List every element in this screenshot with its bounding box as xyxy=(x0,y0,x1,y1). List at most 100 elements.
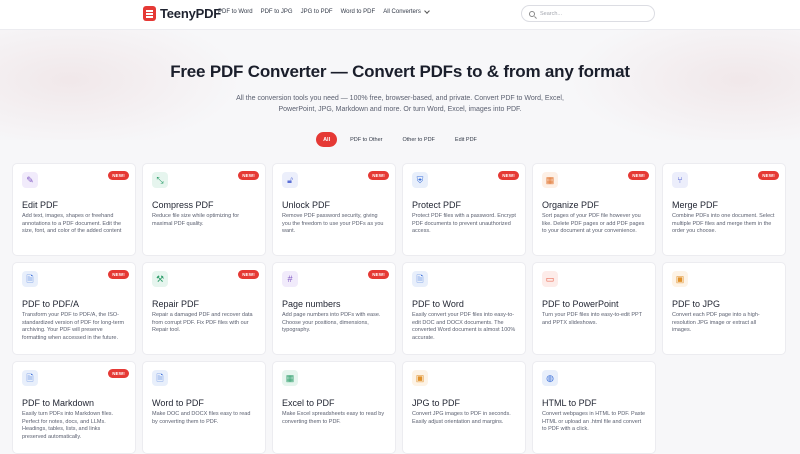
new-badge: NEW! xyxy=(108,171,129,180)
filter-tab-pdf-to-other[interactable]: PDF to Other xyxy=(343,132,389,147)
filter-tab-all[interactable]: All xyxy=(316,132,338,147)
search-input[interactable] xyxy=(540,10,650,17)
tool-card-title: PDF to Word xyxy=(412,299,464,309)
compress-icon: ⤡ xyxy=(152,172,168,188)
new-badge: NEW! xyxy=(238,171,259,180)
tool-card-pdf-to-powerpoint[interactable]: ▭ PDF to PowerPoint Turn your PDF files in… xyxy=(532,262,656,355)
new-badge: NEW! xyxy=(368,270,389,279)
tool-card-html-to-pdf[interactable]: ◍ HTML to PDF Convert webpages in HTML to … xyxy=(532,361,656,454)
tool-card-title: Organize PDF xyxy=(542,200,600,210)
new-badge: NEW! xyxy=(758,171,779,180)
tool-card-description: Remove PDF password security, giving you… xyxy=(282,213,384,234)
images-icon: ▣ xyxy=(412,370,428,386)
pencil-icon: ✎ xyxy=(22,172,38,188)
tool-card-description: Add page numbers into PDFs with ease. Ch… xyxy=(282,312,381,333)
tool-card-title: HTML to PDF xyxy=(542,398,597,408)
tool-card-title: Protect PDF xyxy=(412,200,462,210)
tool-card-description: Make DOC and DOCX files easy to read by … xyxy=(152,411,251,425)
new-badge: NEW! xyxy=(628,171,649,180)
tool-card-compress-pdf[interactable]: ⤡ NEW! Compress PDF Reduce file size while … xyxy=(142,163,266,256)
tool-card-description: Turn your PDF files into easy-to-edit PP… xyxy=(542,312,642,326)
hero-background xyxy=(0,30,800,140)
tool-card-title: Merge PDF xyxy=(672,200,719,210)
tool-card-title: Excel to PDF xyxy=(282,398,335,408)
tool-card-word-to-pdf[interactable]: 🗎︎ Word to PDF Make DOC and DOCX files eas… xyxy=(142,361,266,454)
tool-card-description: Easily convert your PDF files into easy-… xyxy=(412,312,516,341)
file-icon: 🗎︎ xyxy=(22,271,38,287)
tool-card-title: PDF to PowerPoint xyxy=(542,299,619,309)
tool-card-pdf-to-pdfa[interactable]: 🗎︎ NEW! PDF to PDF/A Transform your PDF to … xyxy=(12,262,136,355)
tool-card-description: Add text, images, shapes or freehand ann… xyxy=(22,213,122,234)
tool-card-description: Sort pages of your PDF file however you … xyxy=(542,213,645,234)
markdown-file-icon: 🗎︎ xyxy=(22,370,38,386)
tool-card-title: Word to PDF xyxy=(152,398,204,408)
hash-icon: # xyxy=(282,271,298,287)
tool-card-title: Edit PDF xyxy=(22,200,59,210)
tool-card-jpg-to-pdf[interactable]: ▣ JPG to PDF Convert JPG images to PDF in … xyxy=(402,361,526,454)
brand-name: TeenyPDF xyxy=(160,6,222,21)
nav-word-to-pdf[interactable]: Word to PDF xyxy=(341,9,376,15)
grid-icon: ▦ xyxy=(542,172,558,188)
tool-card-description: Convert each PDF page into a high-resolu… xyxy=(672,312,760,333)
new-badge: NEW! xyxy=(498,171,519,180)
page-title: Free PDF Converter — Convert PDFs to & f… xyxy=(170,62,630,81)
page-subtitle: All the conversion tools you need — 100%… xyxy=(236,95,564,113)
tool-card-description: Protect PDF files with a password. Encry… xyxy=(412,213,516,234)
chevron-down-icon xyxy=(424,8,430,14)
tool-card-repair-pdf[interactable]: ⚒ NEW! Repair PDF Repair a damaged PDF and … xyxy=(142,262,266,355)
tool-card-description: Transform your PDF to PDF/A, the ISO-sta… xyxy=(22,312,125,341)
tool-card-pdf-to-markdown[interactable]: 🗎︎ NEW! PDF to Markdown Easily turn PDFs in… xyxy=(12,361,136,454)
new-badge: NEW! xyxy=(108,369,129,378)
nav-pdf-to-jpg[interactable]: PDF to JPG xyxy=(261,9,293,15)
filter-tab-edit-pdf[interactable]: Edit PDF xyxy=(448,132,484,147)
top-navbar: TeenyPDF PDF to Word PDF to JPG JPG to P… xyxy=(0,0,800,30)
tool-card-description: Easily turn PDFs into Markdown files. Pe… xyxy=(22,411,114,440)
tool-card-title: Repair PDF xyxy=(152,299,200,309)
tool-card-description: Convert webpages in HTML to PDF. Paste H… xyxy=(542,411,646,432)
search-icon xyxy=(529,10,535,17)
brand-logo[interactable]: TeenyPDF xyxy=(143,6,221,21)
tool-card-page-numbers[interactable]: # NEW! Page numbers Add page numbers into P… xyxy=(272,262,396,355)
tool-card-description: Convert JPG images to PDF in seconds. Ea… xyxy=(412,411,511,425)
new-badge: NEW! xyxy=(368,171,389,180)
new-badge: NEW! xyxy=(238,270,259,279)
tool-card-description: Combine PDFs into one document. Select m… xyxy=(672,213,775,234)
nav-pdf-to-word[interactable]: PDF to Word xyxy=(218,9,253,15)
tool-card-title: JPG to PDF xyxy=(412,398,461,408)
shield-icon: ⛨ xyxy=(412,172,428,188)
unlock-icon: 🔓︎ xyxy=(282,172,298,188)
presentation-icon: ▭ xyxy=(542,271,558,287)
main-nav: PDF to Word PDF to JPG JPG to PDF Word t… xyxy=(218,8,430,15)
tool-card-description: Make Excel spreadsheets easy to read by … xyxy=(282,411,385,425)
nav-all-converters-label: All Converters xyxy=(383,9,421,15)
file-text-icon: 🗎︎ xyxy=(412,271,428,287)
tool-card-protect-pdf[interactable]: ⛨ NEW! Protect PDF Protect PDF files with a… xyxy=(402,163,526,256)
tool-card-merge-pdf[interactable]: ⑂ NEW! Merge PDF Combine PDFs into one docu… xyxy=(662,163,786,256)
tool-card-grid: ✎ NEW! Edit PDF Add text, images, shapes or… xyxy=(12,163,788,454)
wrench-icon: ⚒ xyxy=(152,271,168,287)
tool-card-excel-to-pdf[interactable]: ▦ Excel to PDF Make Excel spreadsheets eas… xyxy=(272,361,396,454)
filter-tab-other-to-pdf[interactable]: Other to PDF xyxy=(396,132,442,147)
tool-card-title: PDF to JPG xyxy=(672,299,721,309)
tool-card-description: Reduce file size while optimizing for ma… xyxy=(152,213,240,227)
pdf-logo-icon xyxy=(143,6,156,21)
tool-card-title: Page numbers xyxy=(282,299,341,309)
tool-card-edit-pdf[interactable]: ✎ NEW! Edit PDF Add text, images, shapes or… xyxy=(12,163,136,256)
tool-card-organize-pdf[interactable]: ▦ NEW! Organize PDF Sort pages of your PDF … xyxy=(532,163,656,256)
merge-icon: ⑂ xyxy=(672,172,688,188)
word-doc-icon: 🗎︎ xyxy=(152,370,168,386)
tool-card-title: Unlock PDF xyxy=(282,200,331,210)
nav-all-converters-dropdown[interactable]: All Converters xyxy=(383,8,430,15)
new-badge: NEW! xyxy=(108,270,129,279)
tool-card-pdf-to-word[interactable]: 🗎︎ PDF to Word Easily convert your PDF fil… xyxy=(402,262,526,355)
tool-card-pdf-to-jpg[interactable]: ▣ PDF to JPG Convert each PDF page into a … xyxy=(662,262,786,355)
search-box[interactable] xyxy=(521,5,655,22)
tool-card-title: Compress PDF xyxy=(152,200,214,210)
spreadsheet-icon: ▦ xyxy=(282,370,298,386)
category-filter-tabs: All PDF to Other Other to PDF Edit PDF xyxy=(0,132,800,147)
tool-card-unlock-pdf[interactable]: 🔓︎ NEW! Unlock PDF Remove PDF password secu… xyxy=(272,163,396,256)
tool-card-description: Repair a damaged PDF and recover data fr… xyxy=(152,312,253,333)
tool-card-title: PDF to PDF/A xyxy=(22,299,80,309)
nav-jpg-to-pdf[interactable]: JPG to PDF xyxy=(301,9,333,15)
tool-card-title: PDF to Markdown xyxy=(22,398,95,408)
